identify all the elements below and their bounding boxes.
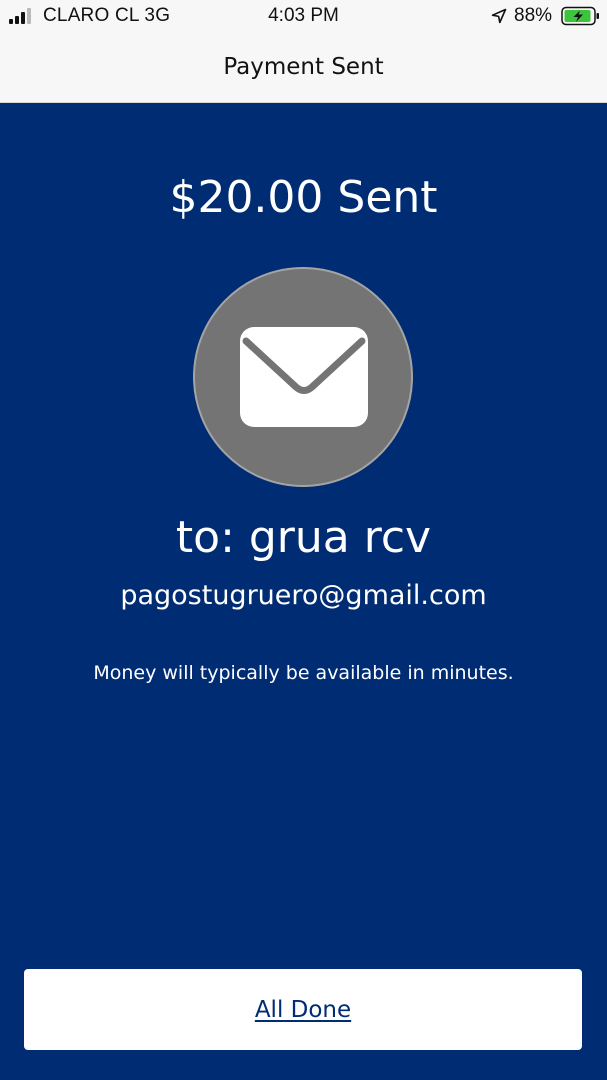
recipient-name: to: grua rcv bbox=[175, 512, 432, 563]
recipient-email: pagostugruero@gmail.com bbox=[120, 580, 487, 611]
page-title: Payment Sent bbox=[223, 54, 384, 80]
amount-sent-heading: $20.00 Sent bbox=[169, 172, 438, 223]
top-bar: CLARO CL 3G 4:03 PM 88% Payment Sent bbox=[0, 0, 607, 103]
status-bar: CLARO CL 3G 4:03 PM 88% bbox=[0, 0, 607, 34]
envelope-badge bbox=[193, 267, 413, 487]
location-arrow-icon bbox=[491, 8, 507, 24]
all-done-label: All Done bbox=[254, 996, 352, 1023]
all-done-button[interactable]: All Done bbox=[24, 969, 582, 1050]
battery-charging-icon bbox=[561, 6, 599, 26]
battery-percentage: 88% bbox=[514, 5, 553, 26]
availability-note: Money will typically be available in min… bbox=[93, 662, 514, 684]
envelope-icon bbox=[240, 327, 368, 427]
